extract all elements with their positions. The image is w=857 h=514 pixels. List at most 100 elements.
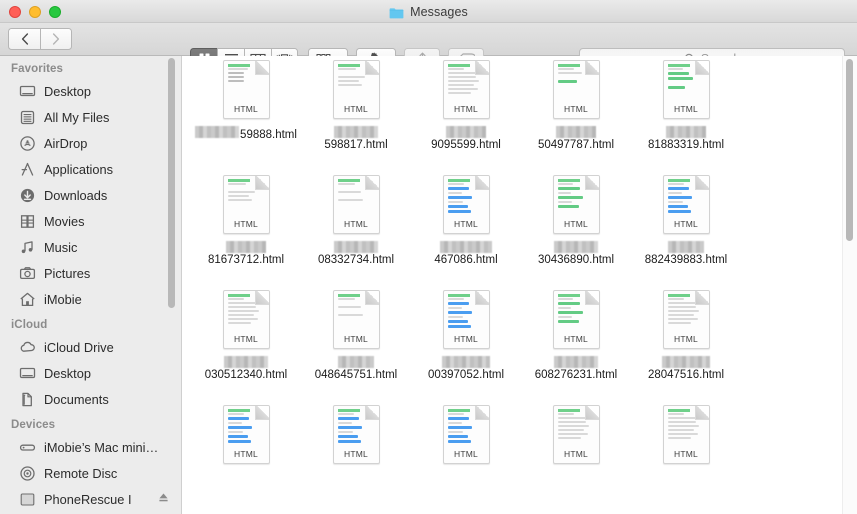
file-item[interactable]: HTML	[631, 405, 741, 471]
content-scrollbar[interactable]	[846, 59, 853, 241]
sidebar-item-desktop[interactable]: Desktop	[0, 360, 181, 386]
file-kind-label: HTML	[564, 104, 588, 114]
file-name-label: 467086.html	[413, 241, 519, 268]
sidebar-section-header: Favorites	[11, 63, 64, 75]
file-item[interactable]: HTML 598817.html	[301, 60, 411, 153]
sidebar-item-desktop[interactable]: Desktop	[0, 78, 181, 104]
sidebar-item-documents[interactable]: Documents	[0, 386, 181, 412]
redacted-filename-prefix	[333, 126, 378, 138]
external-drive-icon	[19, 491, 36, 508]
page-title: Messages	[410, 4, 468, 19]
sidebar-item-label: Documents	[44, 391, 109, 407]
sidebar-item-airdrop[interactable]: AirDrop	[0, 130, 181, 156]
html-document-icon: HTML	[552, 290, 600, 349]
content-scroll-track[interactable]	[842, 56, 857, 514]
pictures-icon	[19, 265, 36, 282]
html-document-icon: HTML	[222, 405, 270, 464]
html-document-icon: HTML	[442, 60, 490, 119]
file-item[interactable]: HTML 9095599.html	[411, 60, 521, 153]
sidebar-item-imobie[interactable]: iMobie	[0, 286, 181, 312]
sidebar-item-label: Applications	[44, 161, 114, 177]
file-name-label: 048645751.html	[303, 356, 409, 383]
redacted-filename-prefix	[195, 126, 240, 138]
html-document-icon: HTML	[222, 175, 270, 234]
file-name-label: 28047516.html	[633, 356, 739, 383]
file-kind-label: HTML	[234, 334, 258, 344]
forward-button[interactable]	[40, 28, 72, 50]
file-kind-label: HTML	[454, 449, 478, 459]
file-item[interactable]: HTML	[301, 405, 411, 471]
redacted-filename-prefix	[553, 356, 598, 368]
file-item[interactable]: HTML 50497787.html	[521, 60, 631, 153]
file-item[interactable]: HTML 08332734.html	[301, 175, 411, 268]
file-grid-area[interactable]: HTML 59888.html HTML 598817.html HTML 9095599…	[183, 56, 857, 514]
file-name-text: 048645751.html	[314, 369, 398, 381]
toolbar: Search	[0, 23, 857, 70]
file-name-label: 59888.html	[193, 126, 299, 143]
html-document-icon: HTML	[332, 405, 380, 464]
file-name-text: 08332734.html	[317, 254, 395, 266]
sidebar-item-applications[interactable]: Applications	[0, 156, 181, 182]
file-item[interactable]: HTML 048645751.html	[301, 290, 411, 383]
file-name-text: 00397052.html	[427, 369, 505, 381]
close-button[interactable]	[9, 6, 21, 18]
file-name-text: 608276231.html	[534, 369, 618, 381]
sidebar-item-remote-disc[interactable]: Remote Disc	[0, 460, 181, 486]
html-document-icon: HTML	[332, 60, 380, 119]
file-name-text: 50497787.html	[537, 139, 615, 151]
movies-icon	[19, 213, 36, 230]
file-item[interactable]: HTML 467086.html	[411, 175, 521, 268]
sidebar-item-downloads[interactable]: Downloads	[0, 182, 181, 208]
file-item[interactable]: HTML 882439883.html	[631, 175, 741, 268]
file-name-label: 608276231.html	[523, 356, 629, 383]
sidebar-item-pictures[interactable]: Pictures	[0, 260, 181, 286]
sidebar-item-icloud-drive[interactable]: iCloud Drive	[0, 334, 181, 360]
file-name-text: 030512340.html	[204, 369, 288, 381]
file-name-label: 030512340.html	[193, 356, 299, 383]
file-name-label: 882439883.html	[633, 241, 739, 268]
sidebar-item-music[interactable]: Music	[0, 234, 181, 260]
minimize-button[interactable]	[29, 6, 41, 18]
sidebar: Favorites Desktop All My Files AirDrop Appli…	[0, 56, 182, 514]
file-name-text: 9095599.html	[431, 139, 501, 151]
file-name-text: 882439883.html	[644, 254, 728, 266]
file-item[interactable]: HTML 030512340.html	[191, 290, 301, 383]
file-item[interactable]: HTML 28047516.html	[631, 290, 741, 383]
html-document-icon: HTML	[442, 175, 490, 234]
all-my-files-icon	[19, 109, 36, 126]
applications-icon	[19, 161, 36, 178]
file-item[interactable]: HTML	[521, 405, 631, 471]
navigation-buttons	[8, 28, 72, 50]
html-document-icon: HTML	[552, 175, 600, 234]
file-item[interactable]: HTML 81673712.html	[191, 175, 301, 268]
sidebar-item-all-my-files[interactable]: All My Files	[0, 104, 181, 130]
file-item[interactable]: HTML	[411, 405, 521, 471]
sidebar-scrollbar[interactable]	[168, 58, 175, 308]
sidebar-item-label: Music	[44, 239, 78, 255]
sidebar-item-label: AirDrop	[44, 135, 88, 151]
file-item[interactable]: HTML 608276231.html	[521, 290, 631, 383]
sidebar-item-imobie-s-mac-mini[interactable]: iMobie’s Mac mini…	[0, 434, 181, 460]
file-kind-label: HTML	[344, 219, 368, 229]
file-kind-label: HTML	[564, 334, 588, 344]
sidebar-item-phonerescue-i[interactable]: PhoneRescue I	[0, 486, 181, 512]
file-name-label: 81673712.html	[193, 241, 299, 268]
file-item[interactable]: HTML 59888.html	[191, 60, 301, 153]
zoom-button[interactable]	[49, 6, 61, 18]
sidebar-item-movies[interactable]: Movies	[0, 208, 181, 234]
file-name-label: 81883319.html	[633, 126, 739, 153]
sidebar-list: Favorites Desktop All My Files AirDrop Appli…	[0, 56, 181, 512]
eject-button[interactable]	[158, 490, 169, 508]
file-name-text: 81673712.html	[207, 254, 285, 266]
html-document-icon: HTML	[552, 60, 600, 119]
file-kind-label: HTML	[564, 219, 588, 229]
file-item[interactable]: HTML	[191, 405, 301, 471]
airdrop-icon	[19, 135, 36, 152]
file-item[interactable]: HTML 81883319.html	[631, 60, 741, 153]
file-item[interactable]: HTML 30436890.html	[521, 175, 631, 268]
back-button[interactable]	[8, 28, 40, 50]
sidebar-item-label: iMobie	[44, 291, 82, 307]
sidebar-item-label: Movies	[44, 213, 85, 229]
file-item[interactable]: HTML 00397052.html	[411, 290, 521, 383]
sidebar-section-header: iCloud	[11, 319, 48, 331]
